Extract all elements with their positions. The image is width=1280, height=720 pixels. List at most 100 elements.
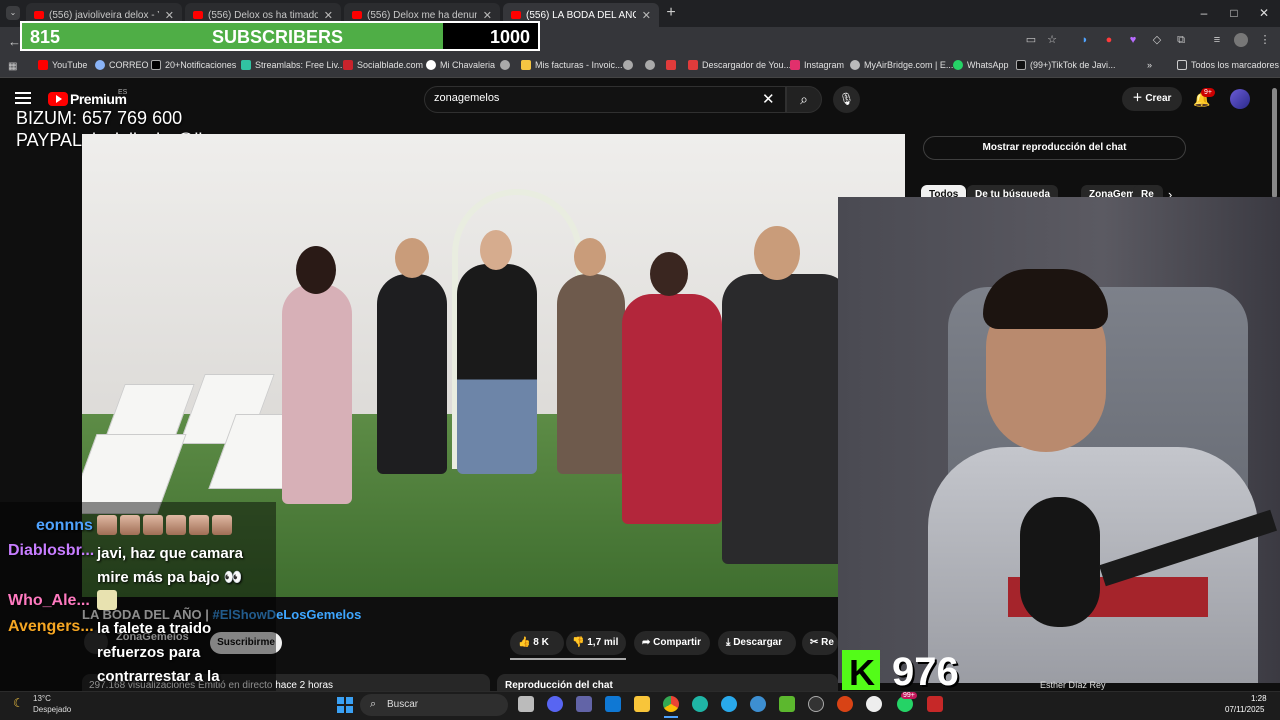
globe-icon — [500, 60, 510, 70]
bizum-donation-text: BIZUM: 657 769 600 — [16, 108, 183, 128]
close-tab-icon[interactable]: ✕ — [483, 9, 492, 22]
clip-button[interactable]: ✂ Re — [802, 631, 838, 655]
tab-title: (556) javioliveira delox - YouTube — [49, 9, 159, 21]
person-red-dress — [622, 294, 722, 524]
bookmark-socialblade[interactable]: Socialblade.com — [343, 60, 423, 70]
extension-red-icon[interactable]: ● — [1102, 33, 1116, 47]
tab-title: (556) Delox me ha denunciado — [367, 9, 477, 21]
bookmark-x-notifications[interactable]: 20+Notificaciones — [151, 60, 236, 70]
youtube-icon — [38, 60, 48, 70]
search-button[interactable]: ⌕ — [786, 86, 822, 113]
like-button[interactable]: 👍 8 K — [510, 631, 564, 655]
globe-icon — [623, 60, 633, 70]
share-button[interactable]: ➦ Compartir — [634, 631, 710, 655]
taskbar-search-box[interactable] — [360, 694, 508, 716]
search-input[interactable]: zonagemelos — [434, 92, 499, 104]
minimize-button[interactable]: – — [1194, 4, 1214, 22]
camtasia-icon[interactable] — [779, 696, 795, 712]
bookmark-tiktok[interactable]: (99+)TikTok de Javi... — [1016, 60, 1115, 70]
clear-search-icon[interactable]: ✕ — [762, 90, 775, 108]
bookmark-whatsapp[interactable]: WhatsApp — [953, 60, 1009, 70]
all-bookmarks-folder[interactable]: Todos los marcadores — [1177, 60, 1279, 70]
file-explorer-icon[interactable] — [634, 696, 650, 712]
kick-logo-letter: K — [849, 652, 875, 693]
weather-description[interactable]: Despejado — [33, 705, 71, 714]
extension-gray-icon[interactable]: ◇ — [1150, 33, 1164, 47]
extension-blue-icon[interactable]: ◗ — [1078, 33, 1092, 47]
bookmark-globe-3[interactable] — [645, 60, 659, 70]
bookmark-facturas[interactable]: Mis facturas - Invoic... — [521, 60, 623, 70]
person-head — [296, 246, 336, 294]
telegram-icon[interactable] — [721, 696, 737, 712]
apps-grid-icon[interactable]: ▦ — [8, 61, 17, 72]
voice-search-button[interactable]: 🎙 — [833, 86, 860, 113]
bookmark-youtube[interactable]: YouTube — [38, 60, 87, 70]
microphone-icon: 🎙 — [838, 92, 855, 106]
create-button[interactable]: ＋ Crear — [1122, 87, 1182, 111]
share-arrow-icon: ➦ — [642, 637, 654, 648]
chat-emote-icon — [120, 515, 140, 535]
bookmark-instagram[interactable]: Instagram — [790, 60, 844, 70]
bookmark-globe-2[interactable] — [623, 60, 637, 70]
page-scrollbar[interactable] — [1272, 88, 1277, 198]
extension-purple-icon[interactable]: ♥ — [1126, 33, 1140, 47]
close-tab-icon[interactable]: ✕ — [324, 9, 333, 22]
bookmark-red[interactable] — [666, 60, 680, 70]
bookmark-streamlabs[interactable]: Streamlabs: Free Liv... — [241, 60, 345, 70]
download-button[interactable]: ⤓ Descargar — [718, 631, 796, 655]
chrome-icon[interactable] — [663, 696, 679, 712]
hamburger-menu-icon[interactable] — [15, 92, 31, 106]
bookmark-globe-1[interactable] — [500, 60, 514, 70]
teams-icon[interactable] — [576, 696, 592, 712]
cast-icon[interactable]: ▭ — [1024, 33, 1038, 47]
tab-title: (556) Delox os ha timado: Tenga — [208, 9, 318, 21]
close-tab-icon[interactable]: ✕ — [642, 9, 651, 22]
bookmark-myairbridge[interactable]: MyAirBridge.com | E... — [850, 60, 953, 70]
bookmark-descargador[interactable]: Descargador de You... — [688, 60, 791, 70]
show-chat-replay-button[interactable]: Mostrar reproducción del chat — [923, 136, 1186, 160]
star-icon[interactable]: ☆ — [1045, 33, 1059, 47]
thumbs-up-icon: 👍 — [518, 637, 534, 648]
youtube-favicon-icon — [352, 11, 362, 19]
reading-list-icon[interactable]: ≡ — [1210, 33, 1224, 47]
tab-search-icon[interactable]: ⌄ — [6, 6, 20, 20]
chat-emote-icon — [143, 515, 163, 535]
chrome-menu-icon[interactable]: ⋮ — [1258, 33, 1272, 47]
outlook-icon[interactable] — [605, 696, 621, 712]
browser-globe-icon[interactable] — [750, 696, 766, 712]
chat-username: Who_Ale... — [8, 592, 90, 609]
discord-icon[interactable] — [547, 696, 563, 712]
steam-icon[interactable] — [866, 696, 882, 712]
extensions-puzzle-icon[interactable]: ⧉ — [1174, 33, 1188, 47]
close-window-button[interactable]: ✕ — [1254, 4, 1274, 22]
person-black-suit — [377, 274, 447, 474]
app-red-icon[interactable] — [837, 696, 853, 712]
plus-icon: ＋ — [1132, 93, 1146, 104]
weather-moon-icon[interactable]: ☾ — [13, 696, 24, 710]
windows-start-icon[interactable] — [337, 697, 353, 713]
obs-icon[interactable] — [808, 696, 824, 712]
user-avatar[interactable] — [1230, 89, 1250, 109]
bookmark-mi-chavaleria[interactable]: Mi Chavaleria — [426, 60, 495, 70]
edge-icon[interactable] — [692, 696, 708, 712]
chat-emote-icon — [212, 515, 232, 535]
bookmarks-more-button[interactable]: » — [1147, 60, 1152, 70]
like-dislike-divider — [510, 658, 626, 660]
whatsapp-badge: 99+ — [901, 692, 917, 699]
person-head — [395, 238, 429, 278]
profile-icon[interactable] — [1234, 33, 1248, 47]
task-view-icon[interactable] — [518, 696, 534, 712]
weather-temperature[interactable]: 13°C — [33, 694, 51, 703]
youtube-favicon-icon — [511, 11, 521, 19]
dislike-button[interactable]: 👎 1,7 mil — [566, 631, 626, 655]
bookmark-correo[interactable]: CORREO — [95, 60, 149, 70]
chat-username: eonnns — [36, 517, 93, 534]
taskbar-clock-date[interactable]: 07/11/2025 — [1225, 705, 1264, 714]
subscriber-goal-label: SUBSCRIBERS — [212, 27, 344, 47]
maximize-button[interactable]: □ — [1224, 4, 1244, 22]
taskbar-clock-time[interactable]: 1:28 — [1251, 694, 1267, 703]
new-tab-button[interactable]: + — [662, 4, 680, 22]
close-tab-icon[interactable]: ✕ — [165, 9, 174, 22]
search-icon: ⌕ — [800, 91, 808, 107]
snipping-tool-icon[interactable] — [927, 696, 943, 712]
